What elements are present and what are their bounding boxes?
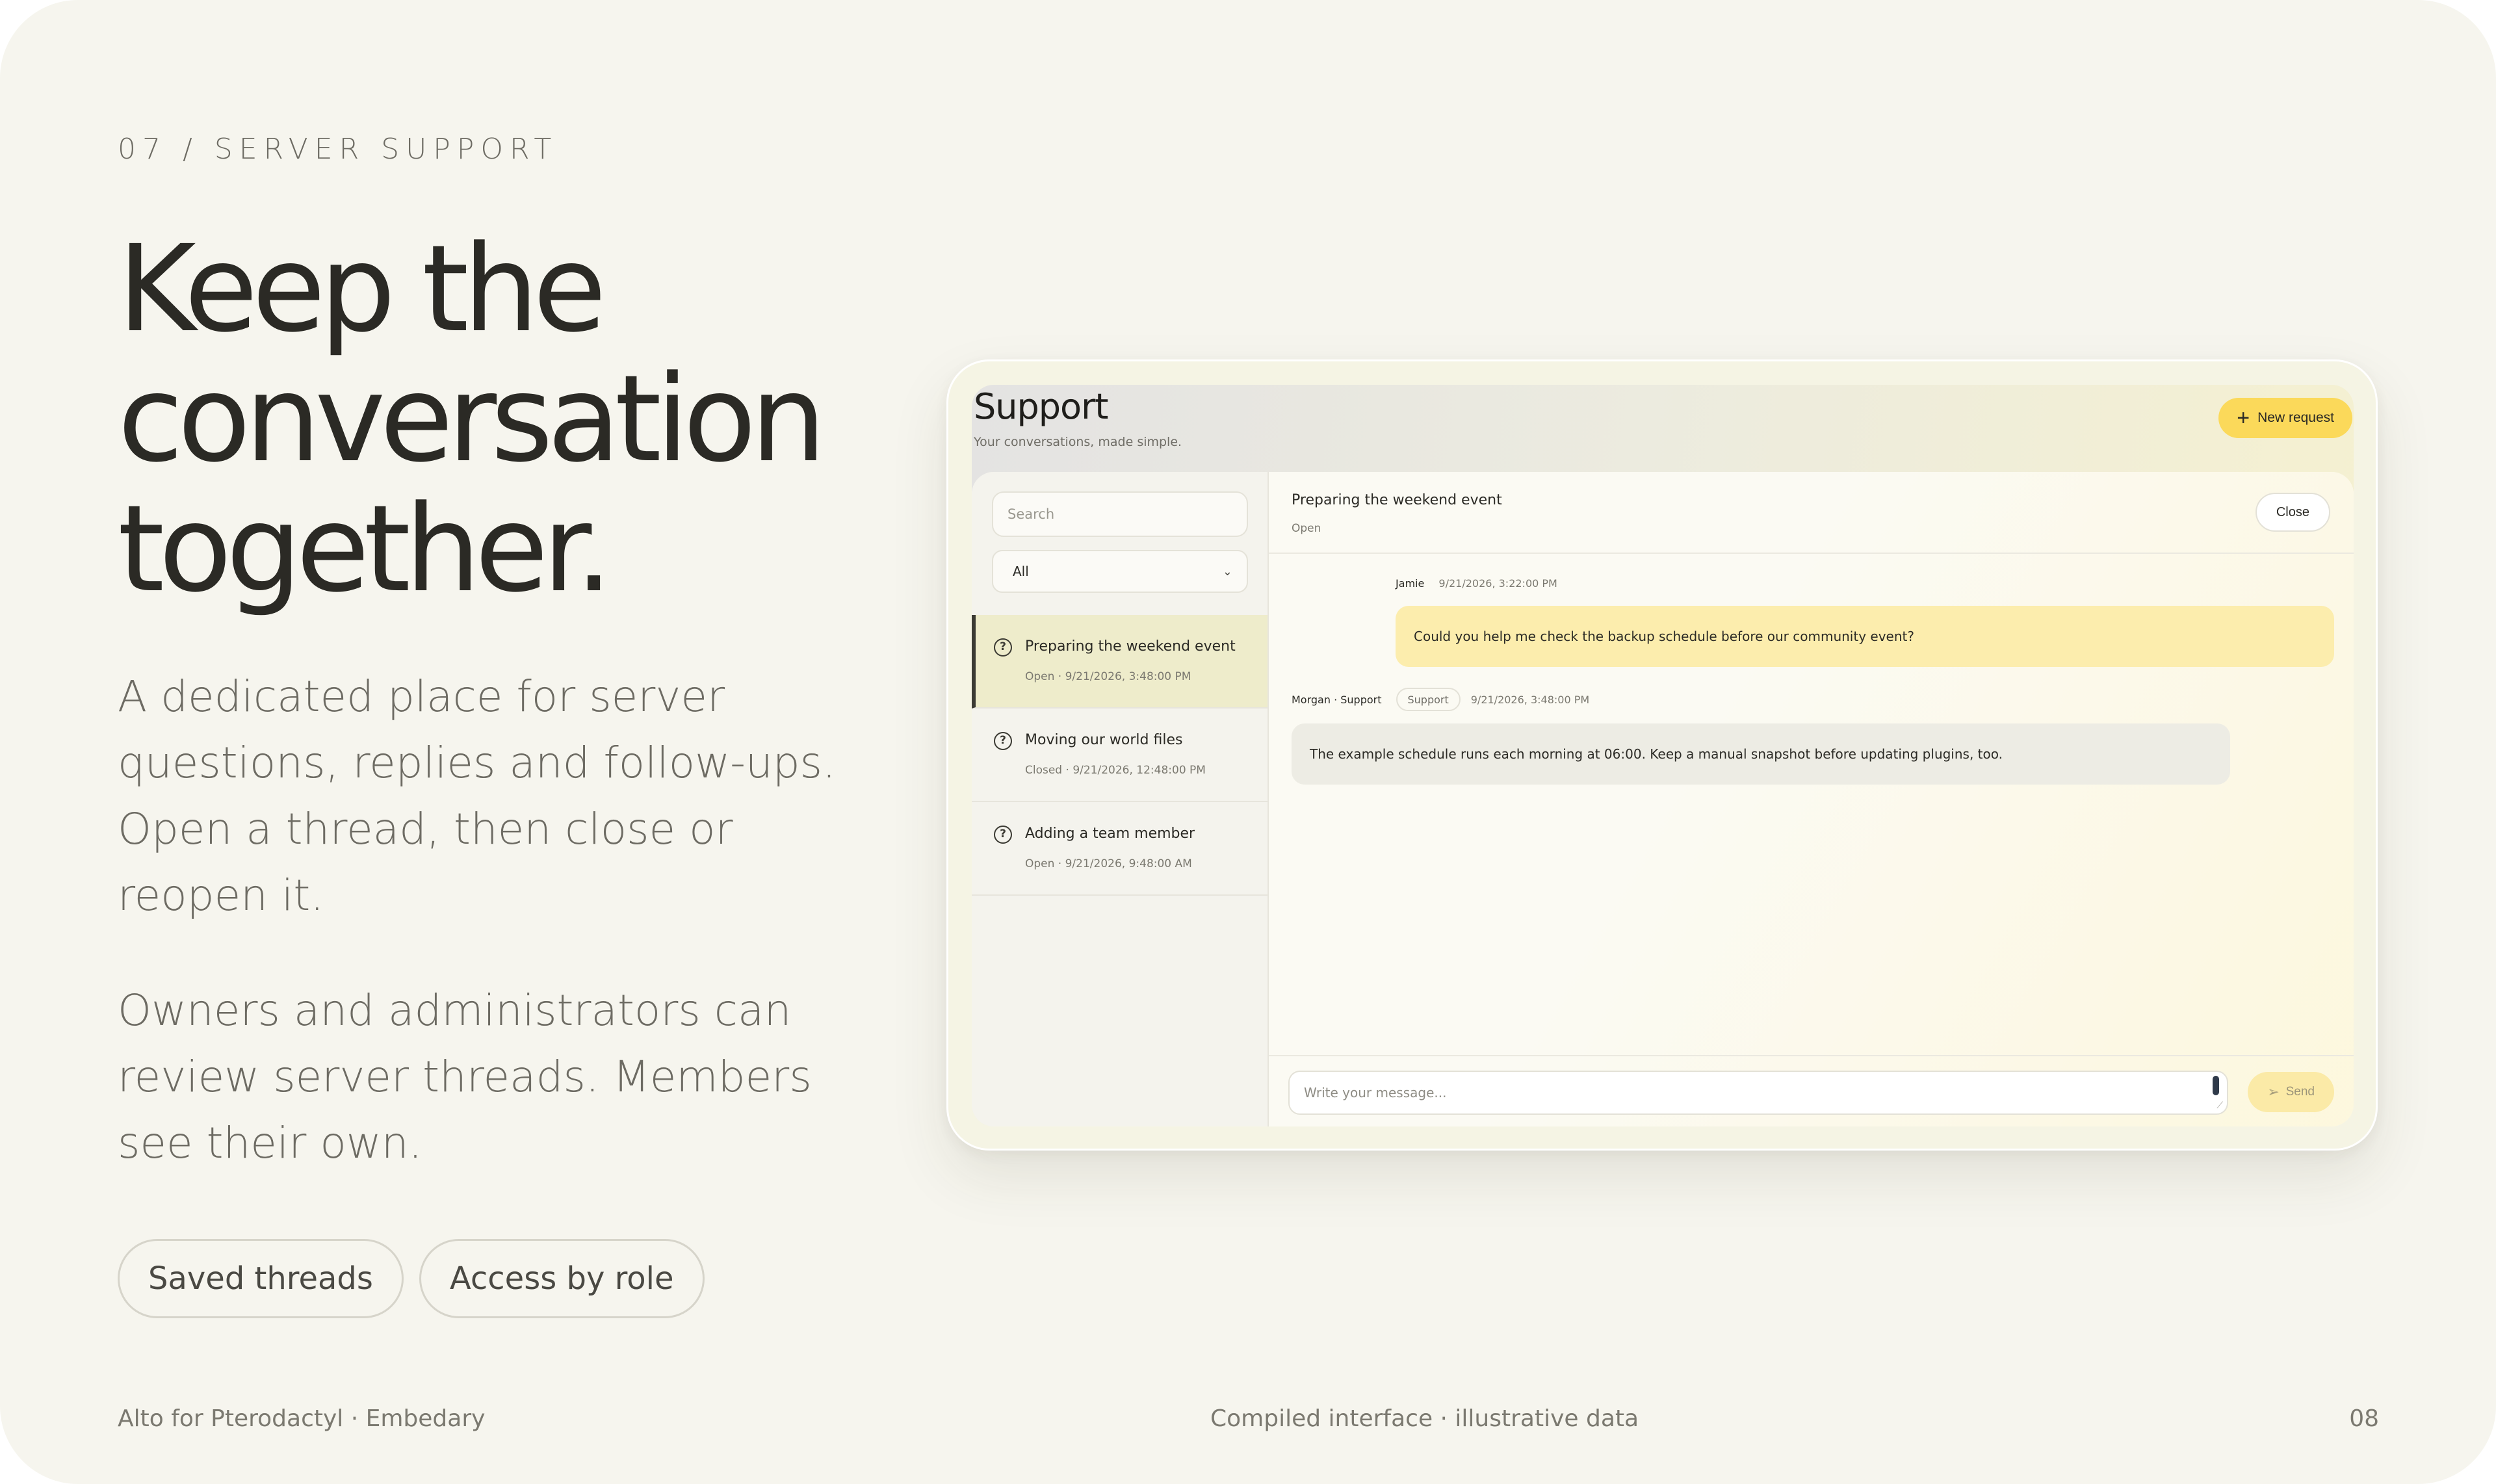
- resize-handle-icon[interactable]: ⟋: [2216, 1100, 2223, 1111]
- message-meta: Jamie 9/21/2026, 3:22:00 PM: [1396, 577, 1557, 590]
- message-author: Morgan · Support: [1292, 693, 1382, 706]
- new-request-label: New request: [2257, 410, 2334, 425]
- description-paragraph: A dedicated place for server questions, …: [118, 671, 837, 920]
- message-placeholder: Write your message...: [1304, 1085, 1447, 1100]
- search-input[interactable]: Search: [992, 491, 1248, 537]
- thread-meta: Open · 9/21/2026, 3:48:00 PM: [1025, 670, 1191, 683]
- app-body: Search All ⌄ ? Preparing the weekend eve…: [972, 472, 2354, 1126]
- thread-title: Moving our world files: [1025, 732, 1183, 748]
- headline-line: Keep the: [118, 220, 606, 359]
- search-placeholder: Search: [1008, 506, 1055, 522]
- support-role-badge: Support: [1396, 688, 1461, 711]
- chip-access-by-role: Access by role: [419, 1239, 705, 1318]
- app-header: Support Your conversations, made simple.…: [972, 385, 2354, 472]
- chevron-down-icon: ⌄: [1222, 564, 1232, 579]
- thread-meta: Closed · 9/21/2026, 12:48:00 PM: [1025, 764, 1206, 777]
- send-label: Send: [2285, 1085, 2315, 1099]
- thread-list: ? Preparing the weekend event Open · 9/2…: [972, 615, 1268, 896]
- footer-brand: Alto for Pterodactyl · Embedary: [118, 1405, 486, 1432]
- text-cursor-handle: [2213, 1076, 2219, 1095]
- question-circle-icon: ?: [994, 638, 1012, 657]
- message-composer: Write your message... ⟋ ➢ Send: [1269, 1055, 2354, 1126]
- thread-sidebar: Search All ⌄ ? Preparing the weekend eve…: [972, 472, 1269, 1126]
- filter-value: All: [1013, 564, 1029, 579]
- thread-meta: Open · 9/21/2026, 9:48:00 AM: [1025, 857, 1192, 870]
- thread-item[interactable]: ? Adding a team member Open · 9/21/2026,…: [972, 802, 1268, 896]
- new-request-button[interactable]: + New request: [2218, 398, 2352, 438]
- feature-chips: Saved threads Access by role: [118, 1239, 705, 1318]
- message-list: Jamie 9/21/2026, 3:22:00 PM Could you he…: [1269, 554, 2354, 1055]
- plus-icon: +: [2237, 406, 2250, 430]
- app-title: Support: [974, 386, 1108, 427]
- headline: Keep the conversation together.: [118, 224, 898, 614]
- send-button[interactable]: ➢ Send: [2248, 1072, 2334, 1112]
- conversation-pane: Preparing the weekend event Open Close J…: [1269, 472, 2354, 1126]
- footer-note: Compiled interface · illustrative data: [1210, 1405, 1639, 1432]
- conversation-header: Preparing the weekend event Open Close: [1269, 472, 2354, 554]
- section-eyebrow: 07 / SERVER SUPPORT: [118, 133, 558, 166]
- headline-line: together.: [118, 480, 613, 619]
- user-message-bubble: Could you help me check the backup sched…: [1396, 606, 2334, 667]
- chip-saved-threads: Saved threads: [118, 1239, 404, 1318]
- page-number: 08: [2349, 1405, 2379, 1432]
- question-circle-icon: ?: [994, 732, 1012, 750]
- slide: 07 / SERVER SUPPORT Keep the conversatio…: [0, 0, 2496, 1484]
- thread-title: Adding a team member: [1025, 826, 1195, 842]
- message-author: Jamie: [1396, 577, 1425, 590]
- headline-line: conversation: [118, 350, 826, 489]
- access-paragraph: Owners and administrators can review ser…: [118, 985, 812, 1168]
- message-time: 9/21/2026, 3:48:00 PM: [1470, 693, 1590, 706]
- conversation-status: Open: [1292, 522, 1321, 535]
- status-filter-select[interactable]: All ⌄: [992, 550, 1248, 593]
- message-input[interactable]: Write your message... ⟋: [1288, 1071, 2228, 1115]
- thread-item[interactable]: ? Moving our world files Closed · 9/21/2…: [972, 709, 1268, 802]
- conversation-title: Preparing the weekend event: [1292, 492, 1502, 508]
- message-meta: Morgan · Support Support 9/21/2026, 3:48…: [1292, 688, 1589, 711]
- close-thread-button[interactable]: Close: [2255, 493, 2330, 532]
- message-time: 9/21/2026, 3:22:00 PM: [1438, 577, 1557, 590]
- question-circle-icon: ?: [994, 826, 1012, 844]
- app-window-frame: Support Your conversations, made simple.…: [946, 359, 2378, 1151]
- thread-item[interactable]: ? Preparing the weekend event Open · 9/2…: [972, 615, 1268, 709]
- send-icon: ➢: [2267, 1084, 2280, 1100]
- thread-title: Preparing the weekend event: [1025, 638, 1236, 655]
- support-app: Support Your conversations, made simple.…: [972, 385, 2354, 1126]
- app-subtitle: Your conversations, made simple.: [974, 435, 1182, 449]
- support-message-bubble: The example schedule runs each morning a…: [1292, 723, 2230, 785]
